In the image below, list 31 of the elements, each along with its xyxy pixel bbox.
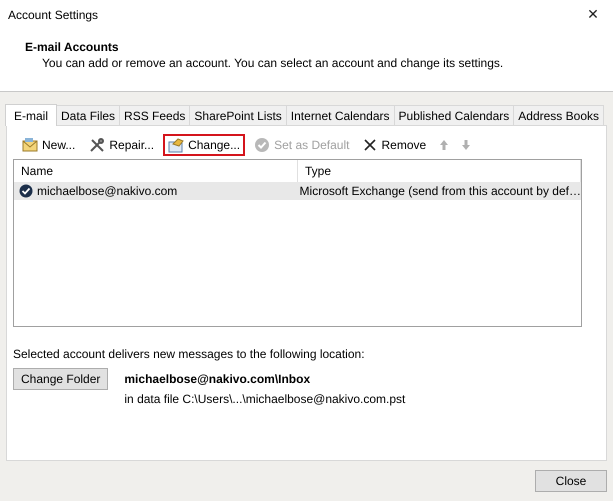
toolbar-button[interactable]: Change... xyxy=(163,134,246,156)
window-title: Account Settings xyxy=(8,8,98,22)
tab[interactable]: Internet Calendars xyxy=(286,105,395,125)
location-caption: Selected account delivers new messages to the following location: xyxy=(13,347,366,361)
toolbar-button[interactable]: New... xyxy=(17,134,80,156)
tab[interactable]: E-mail xyxy=(5,104,58,126)
data-file-path: in data file C:\Users\...\michaelbose@nakivo.com.pst xyxy=(124,392,406,406)
change-folder-button[interactable]: Change Folder xyxy=(13,368,108,390)
envelope-icon xyxy=(22,137,38,153)
account-row[interactable]: michaelbose@nakivo.com Microsoft Exchange (send from this account by def… xyxy=(14,182,581,200)
up-arrow-icon xyxy=(439,139,450,151)
toolbar-button[interactable]: Remove xyxy=(358,134,432,156)
table-cell-text: Microsoft Exchange (send from this account by def… xyxy=(298,184,581,198)
tab[interactable]: Data Files xyxy=(56,105,120,125)
tab[interactable]: SharePoint Lists xyxy=(189,105,287,125)
toolbar-button[interactable]: Repair... xyxy=(84,134,160,156)
close-button[interactable]: ✕ xyxy=(573,0,613,30)
tab[interactable]: Address Books xyxy=(513,105,604,125)
down-arrow-icon xyxy=(461,139,472,151)
remove-icon xyxy=(363,138,378,152)
check-circle-icon xyxy=(19,184,33,198)
settings-card-icon xyxy=(168,137,184,153)
close-dialog-button[interactable]: Close xyxy=(535,470,607,492)
tab[interactable]: RSS Feeds xyxy=(119,105,190,125)
table-cell-text: michaelbose@nakivo.com xyxy=(37,183,178,200)
tools-icon xyxy=(89,137,106,153)
folder-path: michaelbose@nakivo.com\Inbox xyxy=(124,372,312,386)
check-circle-icon xyxy=(254,137,270,153)
section-title: E-mail Accounts xyxy=(25,40,120,54)
tab[interactable]: Published Calendars xyxy=(394,105,514,125)
section-description: You can add or remove an account. You can select an account and change its settings. xyxy=(42,56,504,70)
